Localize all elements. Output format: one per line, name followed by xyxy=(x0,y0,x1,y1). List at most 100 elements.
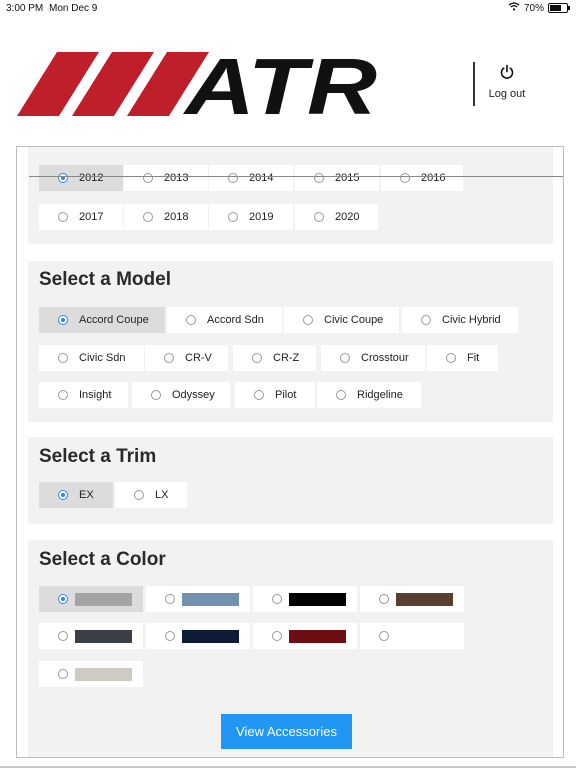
year-option[interactable]: 2020 xyxy=(295,204,378,230)
option-label: Insight xyxy=(79,389,112,401)
radio-icon xyxy=(228,212,238,222)
model-option[interactable]: CR-V xyxy=(145,345,228,371)
year-option[interactable]: 2014 xyxy=(209,165,293,191)
radio-icon xyxy=(58,353,68,363)
radio-icon xyxy=(272,631,282,641)
model-option[interactable]: Civic Hybrid xyxy=(402,307,518,333)
radio-icon xyxy=(228,173,238,183)
radio-icon xyxy=(151,390,161,400)
color-option[interactable] xyxy=(39,623,143,649)
model-option[interactable]: Accord Sdn xyxy=(167,307,282,333)
model-option[interactable]: Odyssey xyxy=(132,382,230,408)
year-option[interactable]: 2012 xyxy=(39,165,123,191)
option-label: 2015 xyxy=(335,172,360,184)
model-option[interactable]: Fit xyxy=(427,345,498,371)
radio-icon xyxy=(143,173,153,183)
model-option[interactable]: Ridgeline xyxy=(317,382,421,408)
radio-icon xyxy=(143,212,153,222)
color-option[interactable] xyxy=(39,661,143,687)
model-option[interactable]: Insight xyxy=(39,382,128,408)
year-option[interactable]: 2013 xyxy=(124,165,208,191)
year-option[interactable]: 2019 xyxy=(209,204,293,230)
model-option[interactable]: Accord Coupe xyxy=(39,307,165,333)
year-option[interactable]: 2016 xyxy=(381,165,463,191)
color-option[interactable] xyxy=(360,586,464,612)
color-option[interactable] xyxy=(253,623,357,649)
sticky-header-line xyxy=(29,176,563,177)
option-label: 2012 xyxy=(79,172,104,184)
power-icon xyxy=(500,64,514,79)
option-label: Pilot xyxy=(275,389,297,401)
option-label: 2017 xyxy=(79,211,104,223)
status-time: 3:00 PM xyxy=(6,3,44,14)
model-option[interactable]: Crosstour xyxy=(321,345,425,371)
option-label: LX xyxy=(155,489,169,501)
color-swatch xyxy=(396,593,453,606)
option-label: Civic Sdn xyxy=(79,352,126,364)
option-label: Ridgeline xyxy=(357,389,403,401)
radio-icon xyxy=(314,173,324,183)
vehicle-selector-panel[interactable]: 2012 2013 2014 2015 2016 2017 2018 2019 2020 Sel… xyxy=(16,146,564,758)
color-option[interactable] xyxy=(146,623,250,649)
year-option[interactable]: 2018 xyxy=(124,204,208,230)
color-option[interactable] xyxy=(253,586,357,612)
radio-selected-icon xyxy=(58,173,68,183)
option-label: 2013 xyxy=(164,172,189,184)
option-label: 2018 xyxy=(164,211,189,223)
option-label: Civic Coupe xyxy=(324,314,384,326)
radio-icon xyxy=(336,390,346,400)
option-label: Accord Coupe xyxy=(79,314,149,326)
year-option[interactable]: 2015 xyxy=(295,165,379,191)
radio-icon xyxy=(58,390,68,400)
model-section: Select a Model Accord Coupe Accord Sdn Civ… xyxy=(28,261,553,422)
battery-icon xyxy=(548,3,570,13)
status-bar: 3:00 PM Mon Dec 9 70% xyxy=(0,0,576,16)
radio-icon xyxy=(314,212,324,222)
radio-selected-icon xyxy=(58,594,68,604)
option-label: 2016 xyxy=(421,172,446,184)
wifi-icon xyxy=(508,2,520,14)
option-label: Civic Hybrid xyxy=(442,314,501,326)
radio-icon xyxy=(186,315,196,325)
color-swatch xyxy=(289,593,346,606)
color-option[interactable] xyxy=(146,586,250,612)
radio-icon xyxy=(164,353,174,363)
radio-icon xyxy=(58,669,68,679)
model-option[interactable]: Civic Coupe xyxy=(284,307,399,333)
option-label: CR-V xyxy=(185,352,212,364)
option-label: Crosstour xyxy=(361,352,409,364)
trim-option[interactable]: LX xyxy=(115,482,187,508)
color-swatch xyxy=(289,630,346,643)
option-label: 2019 xyxy=(249,211,274,223)
model-option[interactable]: Pilot xyxy=(235,382,315,408)
option-label: Accord Sdn xyxy=(207,314,264,326)
radio-icon xyxy=(252,353,262,363)
color-swatch xyxy=(75,668,132,681)
radio-icon xyxy=(254,390,264,400)
color-swatch xyxy=(75,593,132,606)
color-swatch xyxy=(182,630,239,643)
radio-icon xyxy=(400,173,410,183)
logo-text: ATR xyxy=(183,52,378,116)
trim-section-title: Select a Trim xyxy=(39,446,157,467)
status-date: Mon Dec 9 xyxy=(49,3,98,14)
option-label: EX xyxy=(79,489,94,501)
year-option[interactable]: 2017 xyxy=(39,204,123,230)
logout-button[interactable]: Log out xyxy=(486,64,528,100)
color-option[interactable] xyxy=(39,586,143,612)
option-label: 2014 xyxy=(249,172,274,184)
color-section-title: Select a Color xyxy=(39,549,166,570)
option-label: Fit xyxy=(467,352,480,364)
view-accessories-button[interactable]: View Accessories xyxy=(221,714,352,749)
trim-option[interactable]: EX xyxy=(39,482,113,508)
trim-section: Select a Trim EX LX xyxy=(28,437,553,524)
color-option[interactable] xyxy=(360,623,464,649)
radio-icon xyxy=(379,594,389,604)
atr-logo: ATR xyxy=(17,52,378,116)
color-swatch xyxy=(396,630,453,643)
model-option[interactable]: Civic Sdn xyxy=(39,345,144,371)
model-option[interactable]: CR-Z xyxy=(233,345,316,371)
option-label: Odyssey xyxy=(172,389,215,401)
header-divider xyxy=(473,62,475,106)
radio-icon xyxy=(421,315,431,325)
